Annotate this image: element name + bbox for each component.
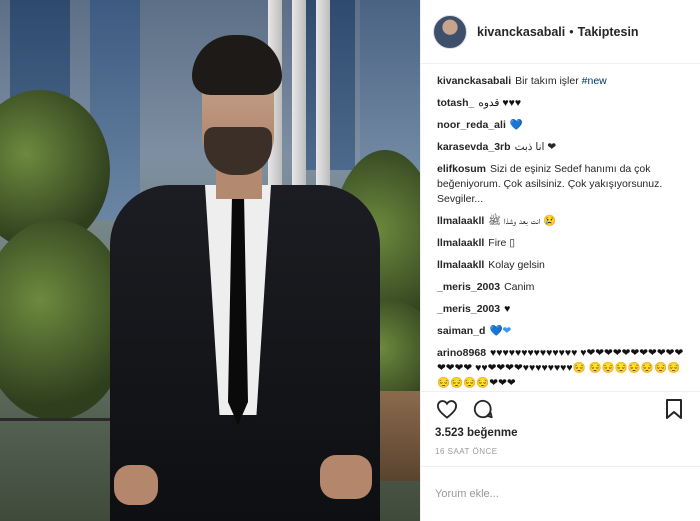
comment-text: Canim	[504, 281, 535, 293]
comment-username[interactable]: arino8968	[437, 347, 486, 359]
comment: arino8968 ♥♥♥♥♥♥♥♥♥♥♥♥♥♥ ♥❤❤❤❤❤❤❤❤❤❤❤❤❤❤❤…	[437, 346, 686, 391]
post-photo[interactable]	[0, 0, 420, 521]
add-comment-bar	[421, 467, 700, 521]
comment-username[interactable]: _meris_2003	[437, 281, 500, 293]
comment: _meris_2003 Canim	[437, 280, 686, 295]
comment: saiman_d 💙❤	[437, 324, 686, 339]
comment-input[interactable]	[435, 488, 686, 500]
comment-username[interactable]: totash_	[437, 97, 474, 109]
comment-text: 💙❤	[489, 325, 512, 337]
hair	[192, 35, 282, 95]
comment: llmalaakll انت بعد وشذا ﷺ 😢	[437, 214, 686, 229]
comment-username[interactable]: elifkosum	[437, 163, 486, 175]
comment-text: Kolay gelsin	[488, 259, 545, 271]
comment-text: انا ذبت ❤	[514, 141, 557, 153]
comment-text: Fire ▯	[488, 237, 516, 249]
post-header: kivanckasabali • Takiptesin	[421, 0, 700, 64]
hashtag[interactable]: #new	[582, 75, 607, 87]
comment-username[interactable]: _meris_2003	[437, 303, 500, 315]
caption: kivanckasabali Bir takım işler #new	[437, 74, 686, 89]
comment-text: Bir takım işler	[515, 75, 579, 87]
instagram-post: kivanckasabali • Takiptesin kivanckasaba…	[0, 0, 700, 521]
comment: noor_reda_ali 💙	[437, 118, 686, 133]
comments-list: kivanckasabali Bir takım işler #new totas…	[421, 64, 700, 391]
comment-username[interactable]: llmalaakll	[437, 259, 484, 271]
profile-avatar[interactable]	[433, 14, 467, 49]
comment: totash_ قدوه ♥♥♥	[437, 96, 686, 111]
comment-username[interactable]: noor_reda_ali	[437, 119, 506, 131]
comment-text: ♥	[504, 303, 511, 315]
comment-text: قدوه ♥♥♥	[478, 97, 522, 109]
comment: elifkosum Sizi de eşiniz Sedef hanımı da …	[437, 162, 686, 207]
comment: karasevda_3rb انا ذبت ❤	[437, 140, 686, 155]
follow-status[interactable]: Takiptesin	[578, 25, 639, 39]
header-username[interactable]: kivanckasabali	[477, 25, 565, 39]
comment-username[interactable]: karasevda_3rb	[437, 141, 511, 153]
comment-username[interactable]: llmalaakll	[437, 237, 484, 249]
heart-outline-icon[interactable]	[435, 397, 459, 421]
hand	[320, 455, 372, 499]
comment-text: انت بعد وشذا ﷺ 😢	[488, 215, 557, 227]
comment-text: 💙	[509, 119, 523, 131]
comment-username[interactable]: llmalaakll	[437, 215, 484, 227]
post-actions-bar	[421, 391, 700, 425]
comment: llmalaakll Kolay gelsin	[437, 258, 686, 273]
man-in-suit	[110, 35, 390, 521]
post-sidebar: kivanckasabali • Takiptesin kivanckasaba…	[420, 0, 700, 521]
hand	[114, 465, 158, 505]
bookmark-icon[interactable]	[662, 397, 686, 421]
comment-bubble-icon[interactable]	[471, 397, 495, 421]
likes-count[interactable]: 3.523 beğenme	[421, 425, 700, 441]
comment: llmalaakll Fire ▯	[437, 236, 686, 251]
comment: _meris_2003 ♥	[437, 302, 686, 317]
header-separator: •	[569, 24, 574, 39]
comment-username[interactable]: saiman_d	[437, 325, 485, 337]
comment-username[interactable]: kivanckasabali	[437, 75, 511, 87]
post-timestamp[interactable]: 16 SAAT ÖNCE	[421, 441, 700, 467]
